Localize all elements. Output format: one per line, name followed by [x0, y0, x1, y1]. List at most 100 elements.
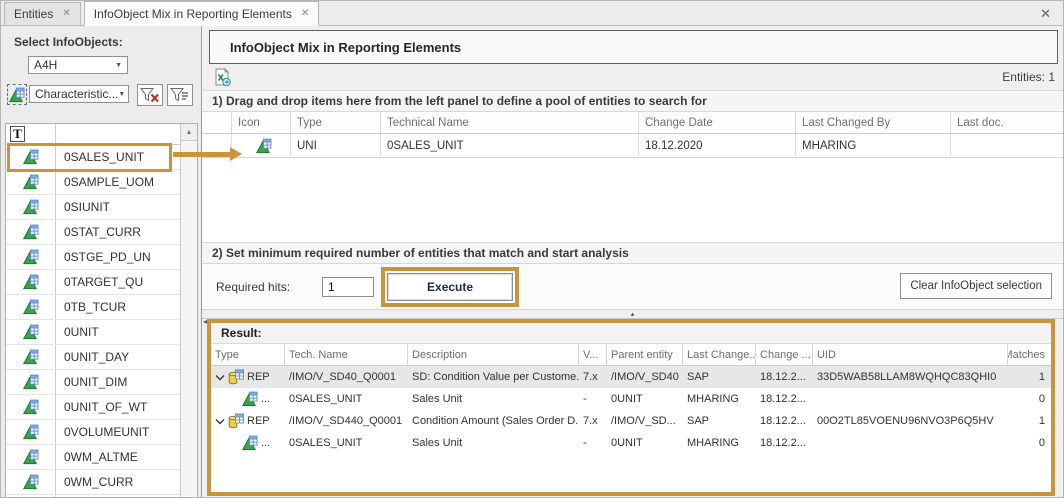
filter-menu-button[interactable]: [167, 84, 193, 106]
tab-infoobject-mix-label: InfoObject Mix in Reporting Elements: [94, 7, 292, 21]
required-hits-input[interactable]: [322, 277, 374, 297]
characteristic-icon: [23, 449, 39, 465]
infoobject-list: T 0SALES_UNIT 0SAMPLE_UOM 0SIUNIT: [5, 123, 198, 498]
infoobject-type-select-value: Characteristic...: [35, 87, 118, 101]
clear-infoobject-selection-button[interactable]: Clear InfoObject selection: [900, 273, 1052, 299]
cell-type: UNI: [291, 134, 381, 157]
characteristic-icon: [23, 299, 39, 315]
cell-parent-entity: /IMO/V_SD40: [607, 366, 683, 388]
annotation-highlight-result: Result: Type Tech. Name Description V...…: [207, 319, 1055, 496]
horizontal-splitter[interactable]: ▴: [202, 309, 1063, 319]
report-icon: [228, 369, 244, 385]
characteristic-icon: [242, 391, 258, 407]
chevron-down-icon[interactable]: [215, 418, 225, 425]
cell-version: -: [579, 388, 607, 410]
cell-uid: 33D5WAB58LLAM8WQHQC83QHI0: [813, 366, 1008, 388]
drop-area[interactable]: [202, 158, 1063, 242]
tab-entities-close-icon[interactable]: ✕: [62, 9, 70, 19]
col-last-changed-by[interactable]: Last Changed By: [796, 112, 951, 133]
list-item[interactable]: 0UNIT_OF_WT: [6, 395, 197, 420]
list-item-0sales-unit[interactable]: 0SALES_UNIT: [6, 145, 197, 170]
infoobject-name: 0UNIT_DIM: [56, 375, 127, 389]
infoobject-list-header[interactable]: T: [6, 124, 197, 145]
col-uid[interactable]: UID: [813, 344, 1008, 365]
list-item[interactable]: 0WM_ALTME: [6, 445, 197, 470]
list-item[interactable]: 0SAMPLE_UOM: [6, 170, 197, 195]
window-close-icon[interactable]: ✕: [1040, 6, 1051, 22]
result-row-child-2[interactable]: ... 0SALES_UNIT Sales Unit - 0UNIT MHARI…: [211, 432, 1051, 454]
collapse-panel-icon[interactable]: ◂: [203, 317, 207, 326]
execute-button[interactable]: Execute: [387, 273, 513, 301]
col-last-doc[interactable]: Last doc.: [951, 112, 1063, 133]
tab-entities[interactable]: Entities ✕: [4, 2, 81, 25]
list-item[interactable]: 0TARGET_QU: [6, 270, 197, 295]
col-last-changed[interactable]: Last Change...: [683, 344, 756, 365]
col-tech-name[interactable]: Tech. Name: [285, 344, 408, 365]
col-type[interactable]: Type: [211, 344, 285, 365]
chevron-down-icon[interactable]: [215, 374, 225, 381]
report-icon: [228, 413, 244, 429]
table-row[interactable]: UNI 0SALES_UNIT 18.12.2020 MHARING: [202, 134, 1063, 158]
funnel-delete-icon: [140, 87, 160, 103]
characteristic-icon: [23, 274, 39, 290]
cell-change-date: 18.12.2...: [756, 366, 813, 388]
infoobject-name: 0STGE_PD_UN: [56, 250, 151, 264]
scroll-up-icon[interactable]: ▲: [181, 124, 197, 141]
list-item[interactable]: 0UNIT: [6, 320, 197, 345]
infoobject-name: 0WM_ALTME: [56, 450, 138, 464]
tab-infoobject-mix-close-icon[interactable]: ✕: [301, 9, 309, 19]
list-item[interactable]: 0UNIT_DAY: [6, 345, 197, 370]
infoobject-name: 0UNIT_DAY: [56, 350, 129, 364]
col-change-date[interactable]: Change ...: [756, 344, 813, 365]
characteristic-icon: [23, 349, 39, 365]
list-item[interactable]: 0TB_TCUR: [6, 295, 197, 320]
cell-matches: 0: [1008, 432, 1051, 454]
main-panel: InfoObject Mix in Reporting Elements Ent…: [202, 26, 1063, 498]
result-row-report-1[interactable]: REP /IMO/V_SD40_Q0001 SD: Condition Valu…: [211, 366, 1051, 388]
characteristic-icon: [242, 435, 258, 451]
annotation-highlight-execute: Execute: [381, 267, 519, 307]
list-item[interactable]: 0STAT_CURR: [6, 220, 197, 245]
export-to-excel-icon[interactable]: [213, 68, 231, 86]
result-row-child-1[interactable]: ... 0SALES_UNIT Sales Unit - 0UNIT MHARI…: [211, 388, 1051, 410]
col-technical-name[interactable]: Technical Name: [381, 112, 639, 133]
clear-filter-button[interactable]: [137, 84, 163, 106]
cell-change-date: 18.12.2...: [756, 432, 813, 454]
col-version[interactable]: V...: [579, 344, 607, 365]
tab-infoobject-mix[interactable]: InfoObject Mix in Reporting Elements ✕: [84, 1, 319, 26]
characteristic-icon: [9, 87, 25, 103]
col-icon[interactable]: Icon: [232, 112, 291, 133]
cell-parent-entity: 0UNIT: [607, 388, 683, 410]
splitter-grip-icon: ▴: [631, 310, 635, 318]
characteristic-icon: [23, 224, 39, 240]
select-infoobjects-panel: Select InfoObjects: A4H ▼ Characteristic…: [1, 26, 202, 498]
result-row-report-2[interactable]: REP /IMO/V_SD440_Q0001 Condition Amount …: [211, 410, 1051, 432]
cell-tech-name: 0SALES_UNIT: [285, 432, 408, 454]
characteristic-icon: [23, 424, 39, 440]
infoobject-type-select[interactable]: Characteristic... ▼: [29, 85, 129, 103]
cell-last-changed: SAP: [683, 410, 756, 432]
list-item[interactable]: 0VOLUMEUNIT: [6, 420, 197, 445]
col-change-date[interactable]: Change Date: [639, 112, 796, 133]
list-scrollbar[interactable]: ▲: [180, 124, 197, 497]
col-description[interactable]: Description: [408, 344, 579, 365]
list-item[interactable]: 0SIUNIT: [6, 195, 197, 220]
page-title: InfoObject Mix in Reporting Elements: [209, 30, 1058, 64]
cell-type: REP: [211, 366, 285, 388]
characteristic-icon: [23, 324, 39, 340]
list-item[interactable]: 0UNIT_DIM: [6, 370, 197, 395]
infoobject-name: 0STAT_CURR: [56, 225, 141, 239]
annotation-arrow: [173, 147, 242, 161]
section2-heading: 2) Set minimum required number of entiti…: [202, 242, 1063, 264]
cell-parent-entity: 0UNIT: [607, 432, 683, 454]
list-item[interactable]: 0WM_CURR: [6, 470, 197, 495]
list-item[interactable]: 0STGE_PD_UN: [6, 245, 197, 270]
col-matches[interactable]: Matches: [1008, 344, 1051, 365]
cell-description: Sales Unit: [408, 388, 579, 410]
col-type[interactable]: Type: [291, 112, 381, 133]
col-parent-entity[interactable]: Parent entity: [607, 344, 683, 365]
system-select[interactable]: A4H ▼: [28, 56, 128, 74]
cell-last-changed: MHARING: [683, 388, 756, 410]
tab-entities-label: Entities: [14, 7, 53, 21]
cell-matches: 0: [1008, 388, 1051, 410]
